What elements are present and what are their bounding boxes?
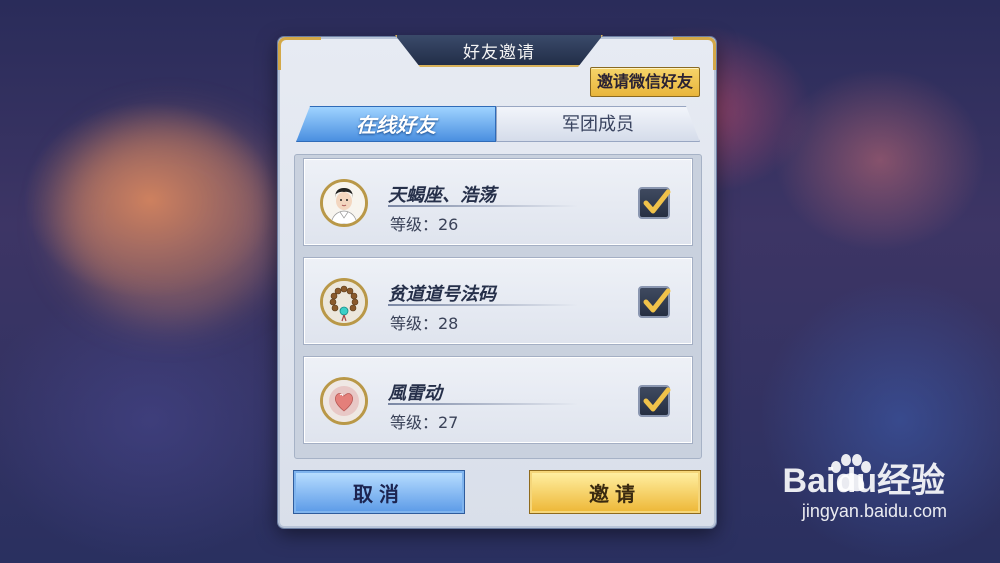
friend-level: 等级：27 [390, 413, 459, 432]
divider [388, 205, 578, 207]
friend-name: 天蝎座、浩荡 [388, 185, 496, 206]
friend-level: 等级：26 [390, 215, 459, 234]
checkmark-icon [643, 387, 671, 412]
friend-name: 贫道道号法码 [388, 284, 496, 305]
tab-online-friends[interactable]: 在线好友 [296, 106, 496, 142]
divider [388, 304, 578, 306]
watermark-url: jingyan.baidu.com [801, 501, 947, 521]
background-blur [60, 120, 280, 320]
corner-ornament-left [278, 37, 321, 70]
friend-invite-dialog: 好友邀请 邀请微信好友 在线好友 军团成员 天蝎座、浩荡 等级：26 贫道道号法… [278, 35, 716, 528]
friend-row[interactable]: 贫道道号法码 等级：28 [303, 257, 693, 345]
watermark: Baidu经验 jingyan.baidu.com [782, 453, 947, 521]
prayer-beads-icon [320, 278, 368, 326]
man-portrait-icon [320, 179, 368, 227]
invite-button[interactable]: 邀请 [530, 471, 700, 513]
friend-row[interactable]: 風雷动 等级：27 [303, 356, 693, 444]
heart-peach-icon [320, 377, 368, 425]
corner-ornament-right [673, 37, 716, 70]
cancel-button[interactable]: 取消 [294, 471, 464, 513]
tab-bar: 在线好友 军团成员 [296, 106, 700, 142]
select-checkbox[interactable] [638, 187, 671, 219]
friend-list: 天蝎座、浩荡 等级：26 贫道道号法码 等级：28 風雷动 等级：27 [294, 154, 702, 459]
dialog-title-bar: 好友邀请 [395, 35, 603, 67]
friend-row[interactable]: 天蝎座、浩荡 等级：26 [303, 158, 693, 246]
checkmark-icon [643, 288, 671, 313]
select-checkbox[interactable] [638, 385, 671, 417]
watermark-brand: Baidu经验 [782, 462, 945, 500]
friend-name: 風雷动 [388, 383, 442, 404]
divider [388, 403, 578, 405]
select-checkbox[interactable] [638, 286, 671, 318]
checkmark-icon [643, 189, 671, 214]
dialog-title: 好友邀请 [463, 42, 535, 63]
invite-wechat-friends-button[interactable]: 邀请微信好友 [589, 67, 700, 97]
friend-level: 等级：28 [390, 314, 459, 333]
tab-legion-members[interactable]: 军团成员 [496, 106, 700, 142]
